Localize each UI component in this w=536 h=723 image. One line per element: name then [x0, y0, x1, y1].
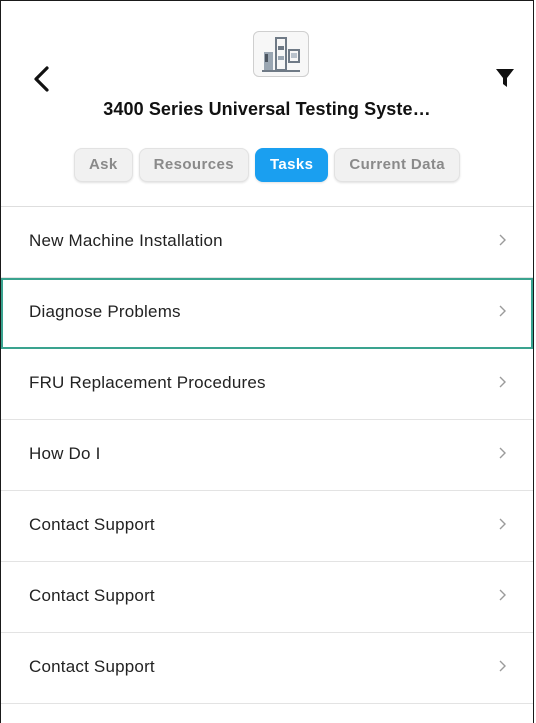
task-item-diagnose-problems[interactable]: Diagnose Problems: [1, 278, 533, 349]
chevron-right-icon: [499, 589, 506, 601]
task-list: New Machine Installation Diagnose Proble…: [1, 207, 533, 704]
chevron-right-icon: [499, 518, 506, 530]
task-item-label: Contact Support: [29, 586, 155, 605]
chevron-left-icon[interactable]: [31, 65, 53, 93]
task-item-contact-support[interactable]: Contact Support: [1, 633, 533, 704]
app-frame: 3400 Series Universal Testing Syste… Ask…: [0, 0, 534, 723]
tab-current-data[interactable]: Current Data: [334, 148, 461, 182]
header: 3400 Series Universal Testing Syste… Ask…: [1, 1, 533, 207]
task-item-label: Contact Support: [29, 657, 155, 676]
task-item-contact-support[interactable]: Contact Support: [1, 562, 533, 633]
chevron-right-icon: [499, 447, 506, 459]
chevron-right-icon: [499, 234, 506, 246]
machine-logo-icon: [253, 31, 309, 77]
task-item-new-machine-installation[interactable]: New Machine Installation: [1, 207, 533, 278]
tab-resources[interactable]: Resources: [138, 148, 249, 182]
task-item-fru-replacement-procedures[interactable]: FRU Replacement Procedures: [1, 349, 533, 420]
task-item-how-do-i[interactable]: How Do I: [1, 420, 533, 491]
task-item-contact-support[interactable]: Contact Support: [1, 491, 533, 562]
tab-ask[interactable]: Ask: [73, 148, 133, 182]
task-item-label: How Do I: [29, 444, 101, 463]
tab-tasks[interactable]: Tasks: [254, 148, 329, 182]
chevron-right-icon: [499, 376, 506, 388]
chevron-right-icon: [499, 305, 506, 317]
filter-icon[interactable]: [495, 67, 515, 89]
tab-bar: Ask Resources Tasks Current Data: [1, 148, 533, 182]
chevron-right-icon: [499, 660, 506, 672]
task-item-label: New Machine Installation: [29, 231, 223, 250]
page-title: 3400 Series Universal Testing Syste…: [103, 99, 431, 119]
task-item-label: FRU Replacement Procedures: [29, 373, 266, 392]
task-item-label: Contact Support: [29, 515, 155, 534]
task-item-label: Diagnose Problems: [29, 302, 181, 321]
